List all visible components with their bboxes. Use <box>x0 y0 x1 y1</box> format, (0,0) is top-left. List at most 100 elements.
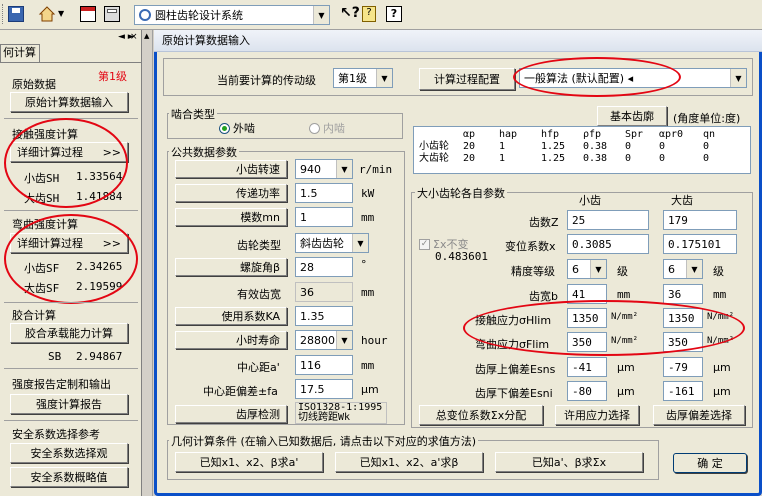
helix-button[interactable]: 螺旋角β <box>175 258 287 276</box>
chevron-down-icon[interactable]: ▼ <box>590 260 606 278</box>
ka-input[interactable]: 1.35 <box>295 306 353 326</box>
basic-profile-button[interactable]: 基本齿廓 <box>597 106 667 126</box>
input-dialog: 原始计算数据输入 当前要计算的传动级 第1级 ▼ 计算过程配置 一般算法 (默认… <box>154 30 762 496</box>
speed-unit: r/min <box>359 163 393 176</box>
esni-label: 齿厚下偏差Esni <box>475 387 553 400</box>
window-icon[interactable] <box>80 6 96 22</box>
angle-unit-label: (角度单位:度) <box>673 112 741 125</box>
profile-row-label: 小齿轮 <box>419 141 449 152</box>
width-small-input[interactable]: 41 <box>567 284 607 304</box>
bending-detail-button[interactable]: 详细计算过程 >> <box>10 233 128 253</box>
stage-combo[interactable]: 第1级 ▼ <box>333 68 393 88</box>
teeth-large-input[interactable]: 179 <box>663 210 737 230</box>
safety-view-button[interactable]: 安全系数选择观 <box>10 443 128 463</box>
profile-row: 小齿轮 20 1 1.25 0.38 0 0 0 <box>419 141 749 153</box>
config-button[interactable]: 计算过程配置 <box>419 68 515 90</box>
profile-cell: 1.25 <box>541 141 566 152</box>
life-button[interactable]: 小时寿命 <box>175 331 287 349</box>
esni-small-input[interactable]: -80 <box>567 381 607 401</box>
width-large-unit: mm <box>713 288 727 301</box>
system-combo[interactable]: 圆柱齿轮设计系统 ▼ <box>134 5 330 25</box>
power-input[interactable]: 1.5 <box>295 183 353 203</box>
chevron-down-icon[interactable]: ▼ <box>352 234 368 252</box>
glue-title: 胶合计算 <box>12 309 56 322</box>
contact-detail-button[interactable]: 详细计算过程 >> <box>10 142 128 162</box>
sh1-value: 1.33564 <box>76 170 123 183</box>
profile-cell: 1.25 <box>541 153 566 164</box>
esns-small-input[interactable]: -41 <box>567 357 607 377</box>
home-icon[interactable] <box>38 5 56 23</box>
shift-large-input[interactable]: 0.175101 <box>663 234 737 254</box>
sf1-value: 2.34265 <box>76 260 123 273</box>
chevron-down-icon[interactable]: ▼ <box>686 260 702 278</box>
ok-button[interactable]: 确 定 <box>673 453 747 473</box>
common-title: 公共数据参数 <box>169 144 239 160</box>
calc-shift-button[interactable]: 已知a'、β求Σx <box>495 452 643 472</box>
scroll-strip[interactable]: ▲ <box>143 30 153 496</box>
gear-type-label: 齿轮类型 <box>237 239 281 252</box>
width-large-input[interactable]: 36 <box>663 284 703 304</box>
sf1-label: 小齿SF <box>24 262 60 275</box>
center-input[interactable]: 116 <box>295 355 353 375</box>
chevron-down-icon[interactable]: ▼ <box>58 9 64 18</box>
speed-combo[interactable]: 940 ▼ <box>295 159 353 179</box>
chevron-down-icon[interactable]: ▼ <box>336 331 352 349</box>
report-button[interactable]: 强度计算报告 <box>10 394 128 414</box>
helix-input[interactable]: 28 <box>295 257 353 277</box>
tab-geometry[interactable]: 何计算 <box>0 44 40 62</box>
left-panel: 何计算 ◄ ► × 第1级 原始数据 原始计算数据输入 接触强度计算 详细计算过… <box>0 30 142 496</box>
ka-button[interactable]: 使用系数KA <box>175 307 287 325</box>
hlim-small-input[interactable]: 1350 <box>567 308 607 328</box>
allow-stress-button[interactable]: 许用应力选择 <box>555 405 639 425</box>
thickness-check-field[interactable]: ISO1328-1:1995 切线跨距Wk <box>295 402 387 424</box>
module-input[interactable]: 1 <box>295 207 353 227</box>
profile-row-label: 大齿轮 <box>419 153 449 164</box>
total-shift-button[interactable]: 总变位系数Σx分配 <box>419 405 543 425</box>
level-badge: 第1级 <box>98 70 127 83</box>
grade-large-unit: 级 <box>713 265 724 278</box>
face-width-label: 有效齿宽 <box>237 288 281 301</box>
life-combo[interactable]: 28800 ▼ <box>295 330 353 350</box>
profile-cell: 0 <box>659 141 666 152</box>
power-button[interactable]: 传递功率 <box>175 184 287 202</box>
gear-type-combo[interactable]: 斜齿齿轮 ▼ <box>295 233 369 253</box>
panel-close[interactable]: × <box>130 32 138 42</box>
speed-button[interactable]: 小齿转速 <box>175 160 287 178</box>
esns-large-input[interactable]: -79 <box>663 357 703 377</box>
floppy-icon[interactable] <box>8 6 24 22</box>
glue-calc-button[interactable]: 胶合承载能力计算 <box>10 323 128 343</box>
grade-small-combo[interactable]: 6 ▼ <box>567 259 607 279</box>
esni-large-input[interactable]: -161 <box>663 381 703 401</box>
original-data-button[interactable]: 原始计算数据输入 <box>10 92 128 112</box>
center-dev-input[interactable]: 17.5 <box>295 379 353 399</box>
chevron-up-icon[interactable]: ▲ <box>144 32 149 40</box>
shift-small-input[interactable]: 0.3085 <box>567 234 649 254</box>
chevron-down-icon[interactable]: ▼ <box>313 6 329 24</box>
method-combo[interactable]: 一般算法 (默认配置) ◂ ▼ <box>519 68 747 88</box>
safety-rough-button[interactable]: 安全系数概略值 <box>10 467 128 487</box>
calc-center-button[interactable]: 已知x1、x2、β求a' <box>175 452 323 472</box>
grade-large-combo[interactable]: 6 ▼ <box>663 259 703 279</box>
print-icon[interactable] <box>104 6 120 22</box>
flim-large-input[interactable]: 350 <box>663 332 703 352</box>
chevron-down-icon[interactable]: ▼ <box>730 69 746 87</box>
profile-cell: 0 <box>625 153 632 164</box>
profile-header-cell: ρfp <box>583 129 602 140</box>
radio-internal[interactable]: 内啮 <box>309 120 345 136</box>
profile-cell: 20 <box>463 141 476 152</box>
calc-helix-button[interactable]: 已知x1、x2、a'求β <box>335 452 483 472</box>
teeth-small-input[interactable]: 25 <box>567 210 649 230</box>
radio-unchecked-icon <box>309 122 320 134</box>
module-button[interactable]: 模数mn <box>175 208 287 226</box>
radio-external[interactable]: 外啮 <box>219 120 255 136</box>
chevron-down-icon[interactable]: ▼ <box>376 69 392 87</box>
hlim-large-input[interactable]: 1350 <box>663 308 703 328</box>
flim-small-input[interactable]: 350 <box>567 332 607 352</box>
chevron-down-icon[interactable]: ▼ <box>336 160 352 178</box>
help-icon[interactable]: ? <box>386 6 402 22</box>
thickness-dev-button[interactable]: 齿厚偏差选择 <box>653 405 745 425</box>
help-doc-icon[interactable]: ? <box>362 6 376 22</box>
thickness-check-button[interactable]: 齿厚检测 <box>175 405 287 423</box>
sh2-label: 大齿SH <box>24 192 60 205</box>
help-cursor-icon[interactable]: ↖? <box>340 5 360 21</box>
